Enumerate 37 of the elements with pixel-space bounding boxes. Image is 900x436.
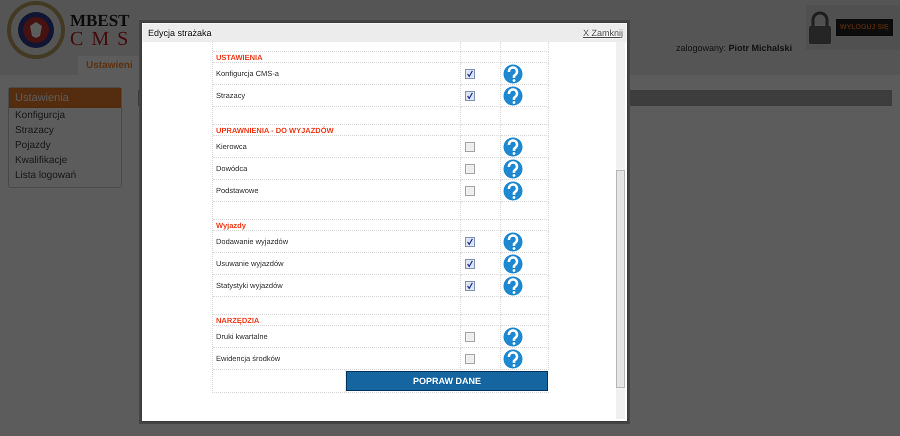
help-icon[interactable] (503, 86, 523, 106)
sidebar-item[interactable]: Konfigurcja (9, 108, 121, 123)
help-icon[interactable] (503, 326, 523, 346)
checkbox[interactable] (465, 90, 475, 100)
close-link[interactable]: X Zamknij (582, 28, 623, 38)
help-icon[interactable] (503, 136, 523, 156)
help-icon[interactable] (503, 254, 523, 274)
user-label: zalogowany: Piotr Michalski (676, 43, 792, 53)
help-icon[interactable] (503, 276, 523, 296)
settings-tab[interactable]: Ustawieni (78, 56, 141, 75)
help-icon[interactable] (503, 158, 523, 178)
sidebar-item[interactable]: Kwalifikacje (9, 153, 121, 168)
checkbox[interactable] (465, 332, 475, 342)
emblem-icon (6, 0, 66, 60)
dialog-title: Edycja strażaka (148, 28, 212, 38)
help-icon[interactable] (503, 348, 523, 368)
checkbox[interactable] (465, 142, 475, 152)
sidebar-item[interactable]: Lista logowań (9, 168, 121, 183)
checkbox[interactable] (465, 164, 475, 174)
submit-button[interactable]: POPRAW DANE (346, 371, 548, 391)
logo: MBEST CMS (70, 12, 136, 48)
checkbox[interactable] (465, 280, 475, 290)
padlock-icon (808, 10, 832, 44)
scrollbar[interactable] (616, 42, 625, 419)
empty-cell (501, 42, 549, 52)
help-icon[interactable] (503, 64, 523, 84)
checkbox[interactable] (465, 68, 475, 78)
help-icon[interactable] (503, 232, 523, 252)
sidebar-title: Ustawienia (9, 88, 121, 108)
checkbox[interactable] (465, 236, 475, 246)
sidebar-item[interactable]: Pojazdy (9, 138, 121, 153)
empty-cell (461, 42, 501, 52)
checkbox[interactable] (465, 258, 475, 268)
checkbox[interactable] (465, 354, 475, 364)
help-icon[interactable] (503, 180, 523, 200)
sidebar-item[interactable]: Strazacy (9, 123, 121, 138)
checkbox[interactable] (465, 186, 475, 196)
